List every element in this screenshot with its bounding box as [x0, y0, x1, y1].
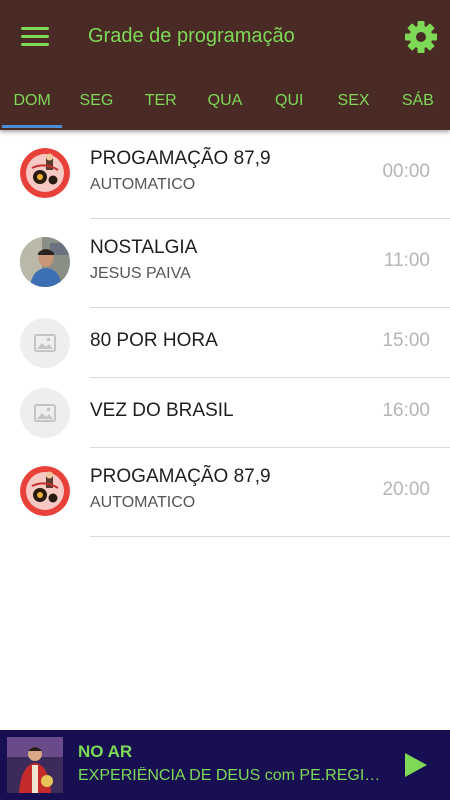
program-time: 11:00 [383, 250, 430, 271]
tab-dom[interactable]: DOM [0, 80, 64, 128]
tab-qua[interactable]: QUA [193, 80, 257, 128]
page-title: Grade de programação [88, 25, 295, 47]
station-logo [20, 148, 70, 198]
play-icon[interactable] [398, 748, 432, 782]
list-item[interactable]: NOSTALGIA JESUS PAIVA 11:00 [0, 219, 450, 308]
now-playing-thumbnail [7, 737, 63, 793]
tab-qui[interactable]: QUI [257, 80, 321, 128]
program-time: 00:00 [382, 161, 430, 182]
program-title: PROGAMAÇÃO 87,9 [90, 148, 271, 169]
tab-seg[interactable]: SEG [64, 80, 128, 128]
station-logo [20, 466, 70, 516]
menu-icon-line [21, 34, 49, 38]
program-host: JESUS PAIVA [90, 265, 191, 282]
image-placeholder-icon [20, 388, 70, 438]
divider [90, 536, 450, 537]
host-photo [20, 237, 70, 287]
tab-ter[interactable]: TER [129, 80, 193, 128]
list-item[interactable]: PROGAMAÇÃO 87,9 AUTOMATICO 20:00 [0, 448, 450, 537]
now-playing-bar[interactable]: NO AR EXPERIÊNCIA DE DEUS com PE.REGINAL… [0, 730, 450, 800]
app-bar: Grade de programação DOM SEG TER QUA QUI… [0, 0, 450, 130]
program-title: VEZ DO BRASIL [90, 400, 234, 421]
program-host: AUTOMATICO [90, 494, 196, 511]
program-time: 20:00 [382, 479, 430, 500]
menu-icon-line [21, 26, 49, 30]
now-playing-track: EXPERIÊNCIA DE DEUS com PE.REGINALDO MAN… [78, 767, 384, 784]
program-host: AUTOMATICO [90, 176, 196, 193]
image-placeholder-icon [20, 318, 70, 368]
program-time: 16:00 [382, 400, 430, 421]
program-title: PROGAMAÇÃO 87,9 [90, 466, 271, 487]
tab-sab[interactable]: SÁB [386, 80, 450, 128]
program-title: NOSTALGIA [90, 237, 198, 258]
program-title: 80 POR HORA [90, 330, 218, 351]
tab-sex[interactable]: SEX [321, 80, 385, 128]
menu-icon-line [21, 42, 49, 46]
schedule-list: PROGAMAÇÃO 87,9 AUTOMATICO 00:00 NOSTALG… [0, 130, 450, 537]
menu-icon[interactable] [14, 18, 56, 54]
list-item[interactable]: VEZ DO BRASIL 16:00 [0, 378, 450, 448]
list-item[interactable]: PROGAMAÇÃO 87,9 AUTOMATICO 00:00 [0, 130, 450, 219]
list-item[interactable]: 80 POR HORA 15:00 [0, 308, 450, 378]
program-time: 15:00 [382, 330, 430, 351]
day-tabs: DOM SEG TER QUA QUI SEX SÁB [0, 80, 450, 128]
on-air-label: NO AR [78, 742, 133, 761]
gear-icon[interactable] [402, 18, 440, 56]
